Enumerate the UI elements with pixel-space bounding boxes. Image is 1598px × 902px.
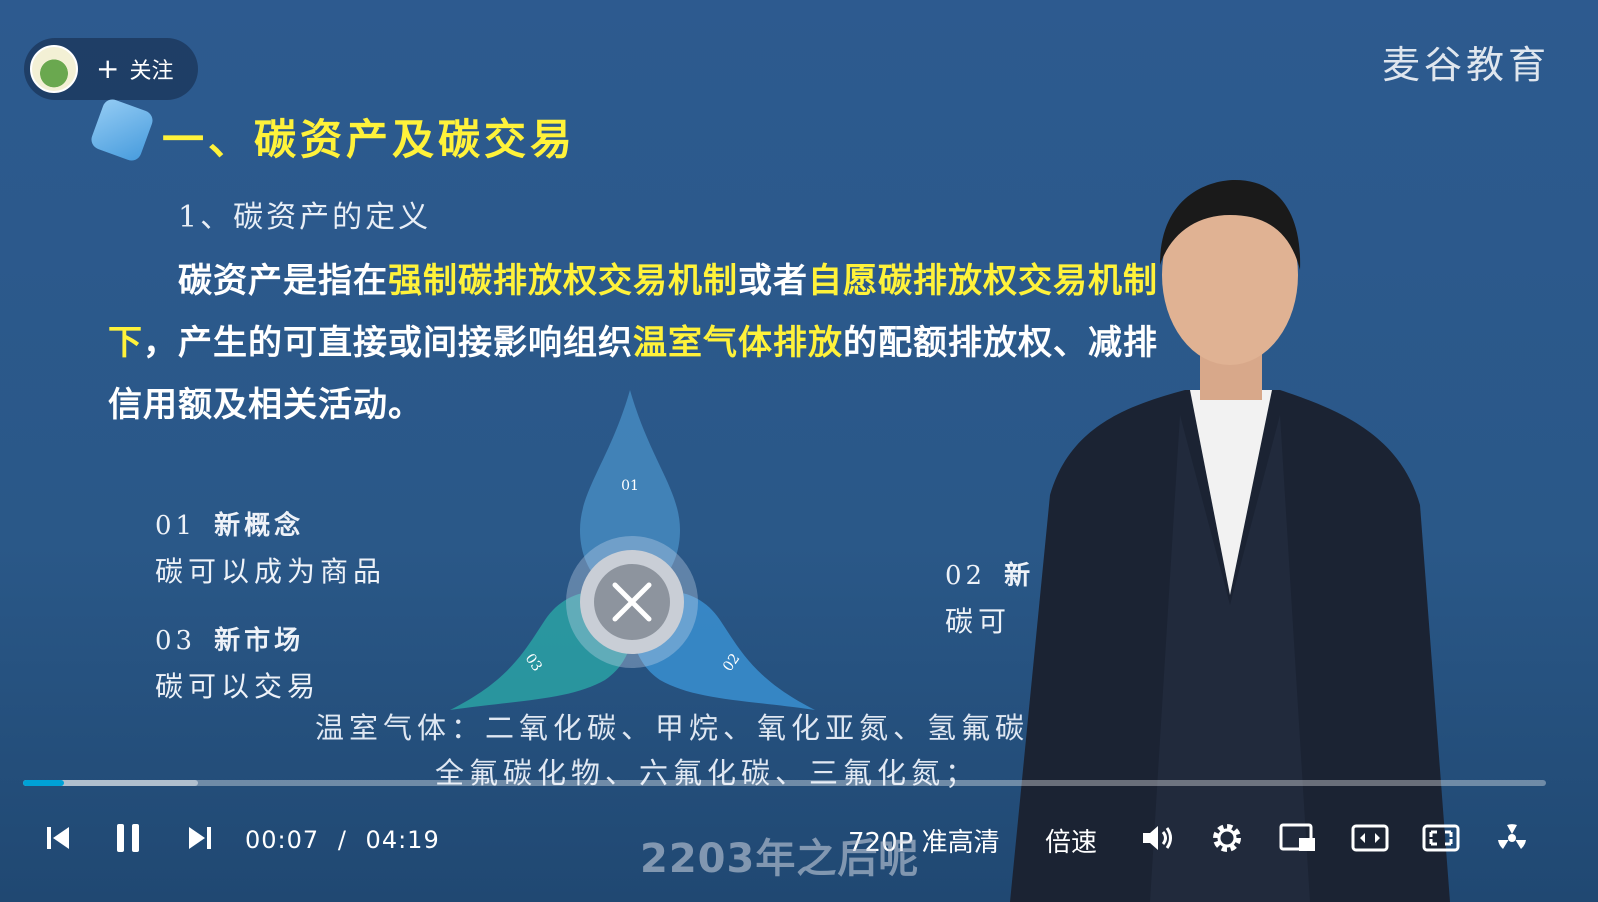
- web-fullscreen-button[interactable]: [1492, 818, 1532, 858]
- item-heading: 新市场: [214, 626, 305, 656]
- item-body: 碳可以成为商品: [155, 555, 387, 588]
- title-gem-icon: [88, 96, 156, 164]
- channel-logo-icon[interactable]: [30, 45, 78, 93]
- skip-forward-icon: [189, 827, 211, 849]
- definition-highlight: 温室气体排放: [633, 323, 843, 363]
- petal-label-01: 01: [621, 478, 639, 494]
- petal-diagram: 01 03 02: [450, 390, 815, 710]
- gear-icon: [1213, 824, 1241, 852]
- video-frame[interactable]: + 关注 麦谷教育 一、碳资产及碳交易 1、碳资产的定义 碳资产是指在强制碳排放…: [0, 0, 1598, 902]
- time-display: 00:07 / 04:19: [245, 826, 440, 854]
- subtitle-caption: 2203年之后呢: [640, 836, 920, 882]
- definition-segment: 碳资产是指在: [178, 261, 388, 301]
- miniplayer-button[interactable]: [1278, 818, 1318, 858]
- definition-segment: 或者: [738, 261, 808, 301]
- definition-segment: ，产生的可直接或间接影响组织: [143, 323, 633, 363]
- item-heading: 新概念: [214, 511, 305, 541]
- duration: 04:19: [365, 826, 440, 854]
- fullscreen-icon: [1422, 824, 1460, 852]
- fullscreen-button[interactable]: [1421, 818, 1461, 858]
- concept-item: 01 新概念 碳可以成为商品: [155, 505, 386, 590]
- progress-played: [23, 780, 65, 786]
- previous-button[interactable]: [42, 818, 74, 858]
- item-number: 02: [945, 561, 987, 591]
- current-time: 00:07: [245, 826, 320, 854]
- widescreen-icon: [1351, 824, 1389, 852]
- volume-icon: [1143, 826, 1172, 850]
- speed-selector[interactable]: 倍速: [1045, 822, 1097, 859]
- volume-button[interactable]: [1138, 818, 1178, 858]
- progress-bar[interactable]: [23, 780, 1546, 786]
- time-separator: /: [337, 826, 347, 854]
- slide-subtitle: 1、碳资产的定义: [178, 200, 432, 235]
- item-body: 碳可以交易: [155, 670, 321, 703]
- pause-icon: [117, 824, 139, 852]
- channel-watermark: 麦谷教育: [1381, 43, 1550, 87]
- widescreen-button[interactable]: [1350, 818, 1390, 858]
- follow-button-label[interactable]: 关注: [129, 53, 173, 85]
- settings-button[interactable]: [1207, 818, 1247, 858]
- item-number: 03: [155, 626, 197, 656]
- pause-button[interactable]: [112, 818, 144, 858]
- slide-title: 一、碳资产及碳交易: [162, 115, 577, 164]
- definition-highlight: 强制碳排放权交易机制: [388, 261, 738, 301]
- radiation-icon: [1498, 824, 1526, 849]
- gases-line-1: 温室气体：二氧化碳、甲烷、氧化亚氮、氢氟碳: [315, 711, 1030, 745]
- skip-back-icon: [47, 827, 69, 849]
- concept-item: 03 新市场 碳可以交易: [155, 620, 320, 705]
- plus-icon: +: [96, 52, 120, 85]
- item-number: 01: [155, 511, 197, 541]
- presenter-figure: [1010, 180, 1450, 902]
- miniplayer-icon: [1279, 823, 1315, 851]
- follow-chip[interactable]: + 关注: [24, 38, 198, 100]
- next-button[interactable]: [184, 818, 216, 858]
